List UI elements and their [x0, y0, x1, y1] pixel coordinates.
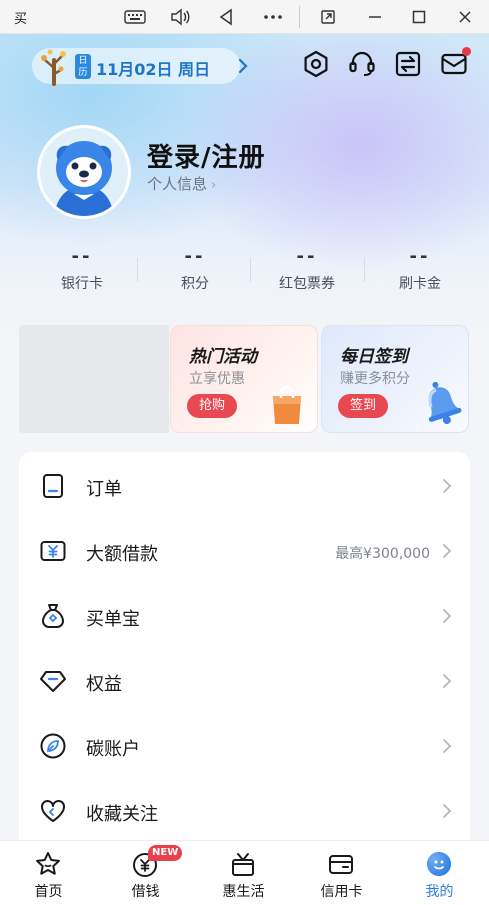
avatar[interactable]	[37, 125, 131, 219]
profile-icon	[427, 852, 451, 876]
nav-label: 信用卡	[320, 884, 363, 900]
maximize-icon[interactable]	[406, 5, 432, 29]
menu-label: 买单宝	[86, 609, 140, 630]
stat-label: 银行卡	[61, 276, 103, 292]
calendar-pill[interactable]: 日历 11月02日 周日	[32, 48, 248, 86]
nav-label: 借钱	[131, 884, 160, 900]
customer-service-icon[interactable]	[348, 50, 376, 78]
menu-label: 订单	[86, 479, 122, 500]
app-title: 买	[14, 12, 28, 27]
loan-icon	[40, 541, 66, 561]
card-icon	[329, 855, 353, 874]
nav-borrow[interactable]: NEW 借钱	[97, 841, 194, 905]
stat-points[interactable]: -- 积分	[135, 246, 255, 293]
nav-label: 首页	[34, 884, 63, 900]
stat-label: 红包票券	[279, 276, 335, 292]
order-icon	[43, 474, 63, 498]
menu-label: 权益	[86, 674, 122, 695]
chevron-right-icon	[443, 479, 452, 493]
checkin-button[interactable]: 签到	[338, 394, 389, 418]
gift-icon	[232, 853, 254, 876]
login-register-title[interactable]: 登录/注册	[147, 137, 266, 174]
nav-home[interactable]: 首页	[0, 841, 97, 905]
nav-mine[interactable]: 我的	[391, 841, 488, 905]
promo-title: 每日签到	[340, 347, 408, 367]
stat-label: 积分	[181, 276, 209, 292]
stat-coupons[interactable]: -- 红包票券	[247, 246, 367, 293]
money-bag-icon	[41, 604, 65, 628]
menu-item-orders[interactable]: 订单	[19, 454, 470, 519]
bell-icon	[428, 381, 462, 425]
menu-item-carbon-account[interactable]: 碳账户	[19, 714, 470, 779]
banner-placeholder[interactable]	[19, 325, 169, 433]
stat-value: --	[71, 246, 93, 267]
menu-item-maidanbao[interactable]: 买单宝	[19, 584, 470, 649]
chevron-right-icon	[443, 739, 452, 753]
menu-label: 大额借款	[86, 544, 158, 565]
chevron-right-icon	[443, 544, 452, 558]
stat-value: --	[184, 246, 206, 267]
notification-dot	[462, 47, 471, 56]
bottom-nav: 首页 NEW 借钱 惠生活 信用卡 我的	[0, 840, 489, 905]
volume-icon[interactable]	[168, 5, 194, 29]
tree-icon	[41, 49, 66, 86]
settings-hexagon-icon[interactable]	[302, 50, 330, 78]
more-dots-icon[interactable]	[260, 5, 286, 29]
hot-activity-card[interactable]: 热门活动 立享优惠 抢购	[170, 325, 318, 433]
date-label: 11月02日 周日	[96, 60, 211, 79]
chevron-right-icon	[443, 674, 452, 688]
close-icon[interactable]	[452, 5, 478, 29]
back-triangle-icon[interactable]	[213, 5, 239, 29]
chevron-right-icon	[443, 609, 452, 623]
menu-item-favorites[interactable]: 收藏关注	[19, 779, 470, 844]
stat-card-bonus[interactable]: -- 刷卡金	[360, 246, 480, 293]
transfer-icon[interactable]	[394, 50, 422, 78]
float-window-icon[interactable]	[315, 5, 341, 29]
nav-credit-card[interactable]: 信用卡	[293, 841, 390, 905]
menu-list: 订单 大额借款 最高¥300,000 买单宝 权益 碳账户 收藏关注	[19, 452, 470, 872]
minimize-icon[interactable]	[362, 5, 388, 29]
stats-row: -- 银行卡 -- 积分 -- 红包票券 -- 刷卡金	[0, 246, 489, 302]
menu-extra: 最高¥300,000	[335, 546, 430, 562]
profile-info-label: 个人信息	[147, 175, 208, 193]
stat-label: 刷卡金	[399, 276, 441, 292]
stat-value: --	[296, 246, 318, 267]
heart-icon	[41, 800, 65, 822]
chevron-right-icon: ›	[211, 178, 217, 193]
star-icon	[36, 852, 60, 875]
menu-label: 碳账户	[86, 739, 140, 760]
leaf-icon	[40, 733, 66, 759]
promo-subtitle: 赚更多积分	[340, 371, 410, 387]
new-badge: NEW	[148, 845, 183, 861]
menu-item-benefits[interactable]: 权益	[19, 649, 470, 714]
menu-label: 收藏关注	[86, 804, 158, 825]
chevron-right-icon	[443, 804, 452, 818]
promo-title: 热门活动	[189, 347, 257, 367]
lion-mascot-icon	[40, 128, 128, 216]
calendar-tag: 日历	[75, 54, 91, 79]
stat-value: --	[409, 246, 431, 267]
system-bar: 买	[0, 0, 489, 34]
diamond-icon	[40, 671, 66, 692]
daily-checkin-card[interactable]: 每日签到 赚更多积分 签到	[321, 325, 469, 433]
nav-lifestyle[interactable]: 惠生活	[195, 841, 292, 905]
profile-info-link[interactable]: 个人信息 ›	[147, 173, 216, 194]
menu-item-large-loan[interactable]: 大额借款 最高¥300,000	[19, 519, 470, 584]
nav-label: 惠生活	[222, 884, 265, 900]
shopping-bag-icon	[273, 385, 301, 424]
nav-label: 我的	[425, 884, 454, 900]
buy-now-button[interactable]: 抢购	[187, 394, 238, 418]
promo-subtitle: 立享优惠	[189, 371, 245, 387]
keyboard-icon[interactable]	[122, 5, 148, 29]
chevron-right-icon	[238, 58, 248, 78]
stat-bank-card[interactable]: -- 银行卡	[22, 246, 142, 293]
